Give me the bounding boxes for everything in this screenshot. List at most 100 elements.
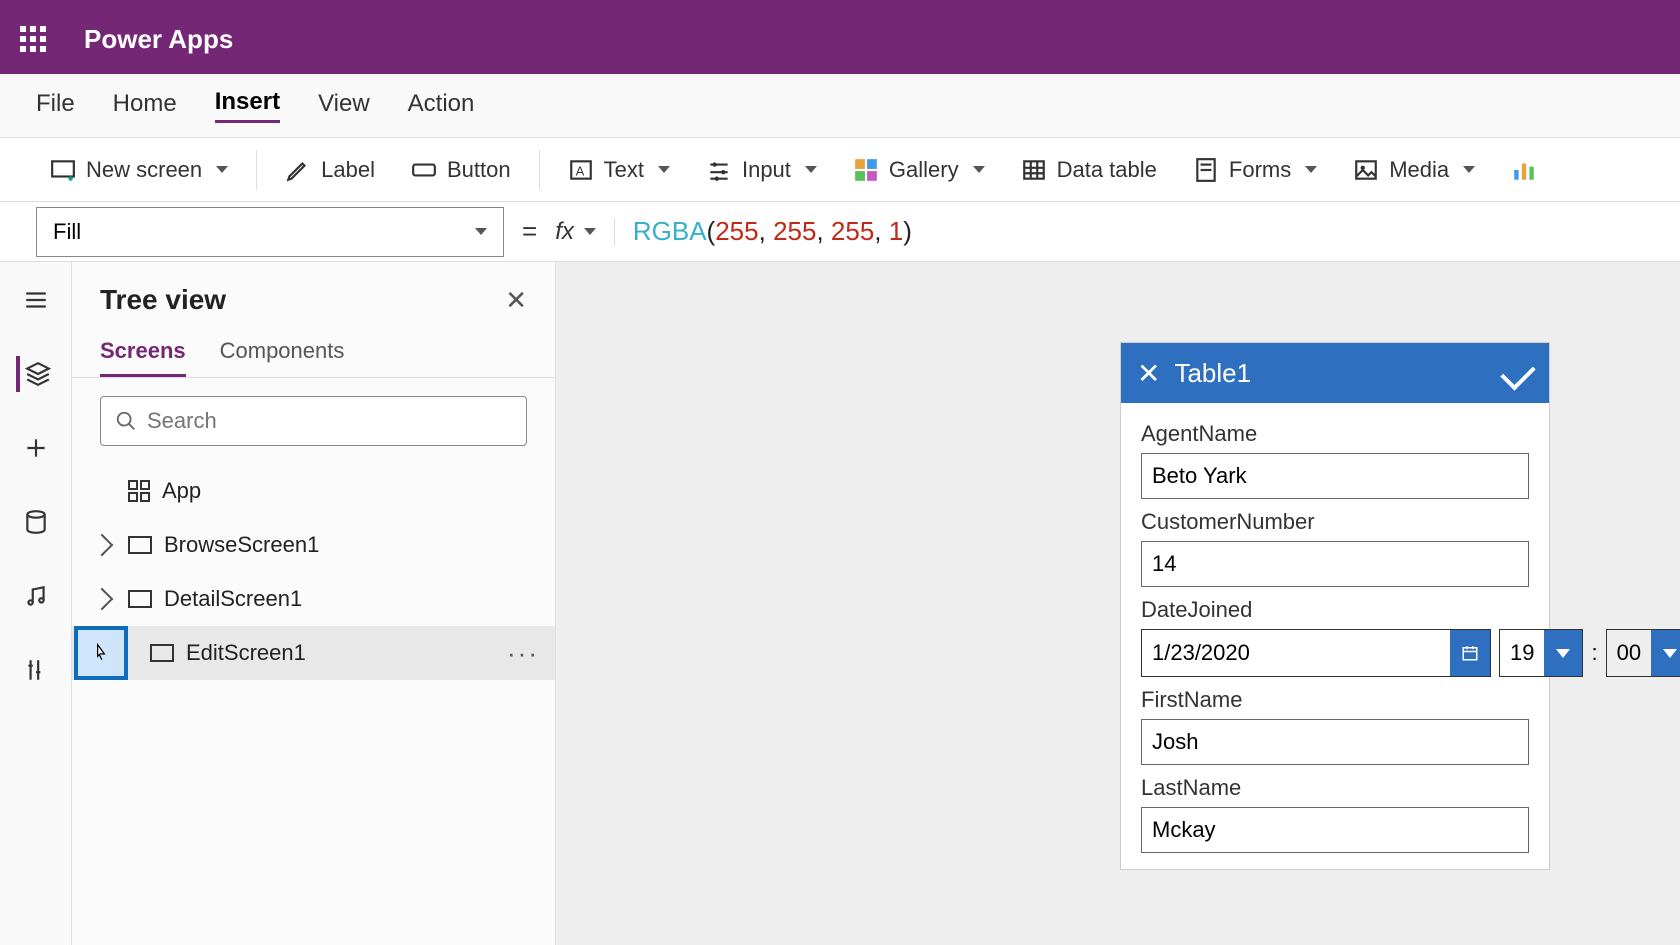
tree-tabs: Screens Components — [72, 328, 555, 378]
hamburger-button[interactable] — [18, 282, 54, 318]
tree-view-rail-button[interactable] — [16, 356, 52, 392]
table-icon — [1021, 157, 1047, 183]
form-body: AgentName CustomerNumber DateJoined 19 — [1121, 403, 1549, 869]
hour-select[interactable]: 19 — [1499, 629, 1583, 677]
form-submit-button[interactable] — [1500, 355, 1535, 390]
search-input[interactable] — [147, 408, 512, 434]
chart-button[interactable] — [1497, 149, 1551, 191]
tree-screen-node[interactable]: BrowseScreen1 — [72, 518, 555, 572]
formula-bar: Fill = fx RGBA(255, 255, 255, 1) — [0, 202, 1680, 262]
media-rail-button[interactable] — [18, 578, 54, 614]
chevron-down-icon — [1463, 166, 1475, 173]
input-dropdown[interactable]: Input — [692, 149, 831, 191]
agentname-label: AgentName — [1141, 421, 1529, 447]
chevron-right-icon[interactable] — [91, 588, 114, 611]
datejoined-label: DateJoined — [1141, 597, 1529, 623]
lastname-label: LastName — [1141, 775, 1529, 801]
pencil-icon — [285, 157, 311, 183]
form-header: ✕ Table1 — [1121, 343, 1549, 403]
chevron-down-icon — [805, 166, 817, 173]
data-table-button[interactable]: Data table — [1007, 149, 1171, 191]
more-options-button[interactable]: ··· — [507, 638, 539, 669]
chevron-down-icon — [1305, 166, 1317, 173]
app-icon — [128, 480, 150, 502]
left-rail — [0, 262, 72, 945]
hour-value: 19 — [1500, 630, 1544, 676]
tree-list: App BrowseScreen1 DetailScreen1 EditScre… — [72, 456, 555, 688]
label-button[interactable]: Label — [271, 149, 389, 191]
media-label: Media — [1389, 157, 1449, 183]
tab-screens[interactable]: Screens — [100, 328, 186, 377]
new-screen-button[interactable]: New screen — [36, 149, 242, 191]
menubar: File Home Insert View Action — [0, 74, 1680, 138]
tree-view-title: Tree view — [100, 284, 226, 316]
firstname-label: FirstName — [1141, 687, 1529, 713]
screen-label: BrowseScreen1 — [164, 532, 319, 558]
date-picker[interactable] — [1141, 629, 1491, 677]
form-close-button[interactable]: ✕ — [1137, 357, 1160, 390]
minute-value: 00 — [1607, 630, 1651, 676]
menu-file[interactable]: File — [36, 90, 75, 122]
time-colon: : — [1591, 640, 1597, 666]
tree-screen-node[interactable]: DetailScreen1 — [72, 572, 555, 626]
gallery-label: Gallery — [889, 157, 959, 183]
screen-icon — [150, 644, 174, 662]
screen-label: DetailScreen1 — [164, 586, 302, 612]
date-input[interactable] — [1142, 630, 1450, 676]
app-title: Power Apps — [84, 24, 233, 55]
chevron-down-icon — [475, 228, 487, 235]
form-icon — [1193, 157, 1219, 183]
hamburger-icon — [23, 287, 49, 313]
text-label: Text — [604, 157, 644, 183]
customernumber-input[interactable] — [1141, 541, 1529, 587]
chevron-down-icon — [584, 228, 596, 235]
dropdown-icon — [1544, 630, 1582, 676]
menu-home[interactable]: Home — [113, 90, 177, 122]
text-icon: A — [568, 157, 594, 183]
chevron-down-icon — [973, 166, 985, 173]
ribbon-divider — [256, 150, 257, 190]
menu-action[interactable]: Action — [408, 90, 475, 122]
app-launcher-icon[interactable] — [20, 26, 46, 52]
gallery-dropdown[interactable]: Gallery — [839, 149, 999, 191]
calendar-button[interactable] — [1450, 630, 1490, 676]
tree-app-node[interactable]: App — [72, 464, 555, 518]
minute-select[interactable]: 00 — [1606, 629, 1680, 677]
media-dropdown[interactable]: Media — [1339, 149, 1489, 191]
edit-form: ✕ Table1 AgentName CustomerNumber DateJo… — [1120, 342, 1550, 870]
screen-icon — [128, 536, 152, 554]
text-dropdown[interactable]: A Text — [554, 149, 684, 191]
button-button[interactable]: Button — [397, 149, 525, 191]
property-name: Fill — [53, 219, 81, 245]
customernumber-label: CustomerNumber — [1141, 509, 1529, 535]
expand-highlight[interactable] — [74, 626, 128, 680]
image-icon — [1353, 157, 1379, 183]
agentname-input[interactable] — [1141, 453, 1529, 499]
screen-label: EditScreen1 — [186, 640, 306, 666]
chevron-right-icon[interactable] — [91, 534, 114, 557]
close-panel-button[interactable]: ✕ — [505, 285, 527, 316]
lastname-input[interactable] — [1141, 807, 1529, 853]
canvas[interactable]: ✕ Table1 AgentName CustomerNumber DateJo… — [556, 262, 1680, 945]
tools-rail-button[interactable] — [18, 652, 54, 688]
fx-button[interactable]: fx — [555, 218, 615, 246]
formula-input[interactable]: RGBA(255, 255, 255, 1) — [633, 216, 912, 248]
screen-icon — [128, 590, 152, 608]
search-box[interactable] — [100, 396, 527, 446]
tab-components[interactable]: Components — [220, 328, 345, 377]
chevron-down-icon — [658, 166, 670, 173]
data-rail-button[interactable] — [18, 504, 54, 540]
input-label: Input — [742, 157, 791, 183]
menu-insert[interactable]: Insert — [215, 88, 280, 123]
forms-dropdown[interactable]: Forms — [1179, 149, 1331, 191]
tree-screen-node-selected[interactable]: EditScreen1 ··· — [72, 626, 555, 680]
button-icon — [411, 157, 437, 183]
ribbon: New screen Label Button A Text Input Gal… — [0, 138, 1680, 202]
property-selector[interactable]: Fill — [36, 207, 504, 257]
menu-view[interactable]: View — [318, 90, 370, 122]
insert-rail-button[interactable] — [18, 430, 54, 466]
svg-text:A: A — [575, 163, 584, 178]
firstname-input[interactable] — [1141, 719, 1529, 765]
label-text: Label — [321, 157, 375, 183]
app-label: App — [162, 478, 201, 504]
